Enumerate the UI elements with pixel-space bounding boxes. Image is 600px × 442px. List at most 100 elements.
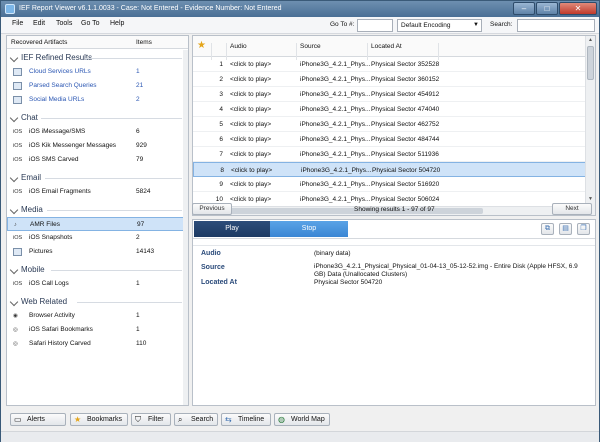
artifact-browser-activity[interactable]: ◉ Browser Activity 1 xyxy=(7,309,188,323)
results-grid: ★ Audio Source Located At 1 <click to pla… xyxy=(192,35,596,216)
artifact-parsed-search-queries[interactable]: Parsed Search Queries 21 xyxy=(7,79,188,93)
world-map-button[interactable]: ◍ World Map xyxy=(274,413,330,426)
grid-vertical-scrollbar[interactable]: ▲ ▼ xyxy=(585,36,595,215)
cell-audio[interactable]: <click to play> xyxy=(230,102,271,117)
search-button[interactable]: ⌕ Search xyxy=(174,413,218,426)
goto-input[interactable] xyxy=(357,19,393,32)
alerts-button[interactable]: ▭ Alerts xyxy=(10,413,66,426)
artifact-ios-sms-carved[interactable]: iOS iOS SMS Carved 79 xyxy=(7,153,188,167)
table-row[interactable]: 8 <click to play> iPhone3G_4.2.1_Phys... Ph… xyxy=(193,162,586,177)
artifact-ios-safari-bookmarks[interactable]: ◎ iOS Safari Bookmarks 1 xyxy=(7,323,188,337)
pager: Previous Showing results 1 - 97 of 97 Ne… xyxy=(192,203,596,217)
previous-button[interactable]: Previous xyxy=(192,203,232,215)
results-count: Showing results 1 - 97 of 97 xyxy=(354,206,435,213)
maximize-button[interactable]: □ xyxy=(536,2,558,15)
ios-icon: iOS xyxy=(13,129,23,135)
table-row[interactable]: 1 <click to play> iPhone3G_4.2.1_Phys... Ph… xyxy=(193,57,586,72)
cell-audio[interactable]: <click to play> xyxy=(230,57,271,72)
collapse-icon xyxy=(9,265,19,275)
menu-tools[interactable]: Tools xyxy=(56,20,72,27)
play-button[interactable]: Play xyxy=(194,221,270,237)
cell-audio[interactable]: <click to play> xyxy=(230,147,271,162)
artifact-ios-call-logs[interactable]: iOS iOS Call Logs 1 xyxy=(7,277,188,291)
col-items[interactable]: Items xyxy=(136,39,152,46)
cell-audio[interactable]: <click to play> xyxy=(230,132,271,147)
scroll-down-icon[interactable]: ▼ xyxy=(588,196,593,202)
group-media[interactable]: Media xyxy=(7,202,188,217)
artifact-amr-files[interactable]: ♪ AMR Files 97 xyxy=(7,217,188,231)
cell-source: iPhone3G_4.2.1_Phys... xyxy=(300,61,371,68)
timeline-button[interactable]: ⇆ Timeline xyxy=(221,413,271,426)
col-recovered-artifacts[interactable]: Recovered Artifacts xyxy=(11,39,67,46)
table-row[interactable]: 3 <click to play> iPhone3G_4.2.1_Phys... Ph… xyxy=(193,87,586,102)
window-title: IEF Report Viewer v6.1.1.0033 - Case: No… xyxy=(19,5,282,12)
table-row[interactable]: 9 <click to play> iPhone3G_4.2.1_Phys... Ph… xyxy=(193,177,586,192)
row-number: 7 xyxy=(219,151,223,158)
table-row[interactable]: 7 <click to play> iPhone3G_4.2.1_Phys... Ph… xyxy=(193,147,586,162)
cell-audio[interactable]: <click to play> xyxy=(230,87,271,102)
window-icon[interactable]: ❐ xyxy=(577,223,590,235)
group-divider xyxy=(85,58,182,59)
table-row[interactable]: 6 <click to play> iPhone3G_4.2.1_Phys... Ph… xyxy=(193,132,586,147)
group-ief-refined-results[interactable]: IEF Refined Results xyxy=(7,50,188,65)
cell-source: iPhone3G_4.2.1_Phys... xyxy=(300,121,371,128)
export-icon[interactable]: ⧉ xyxy=(541,223,554,235)
cell-audio[interactable]: <click to play> xyxy=(230,177,271,192)
bookmark-star-icon[interactable]: ★ xyxy=(197,40,206,51)
cell-source: iPhone3G_4.2.1_Phys... xyxy=(300,106,371,113)
table-row[interactable]: 2 <click to play> iPhone3G_4.2.1_Phys... Ph… xyxy=(193,72,586,87)
menu-edit[interactable]: Edit xyxy=(33,20,45,27)
grid-rows: 1 <click to play> iPhone3G_4.2.1_Phys... Ph… xyxy=(193,57,586,207)
artifact-tree: IEF Refined Results Cloud Services URLs … xyxy=(7,50,188,405)
scroll-up-icon[interactable]: ▲ xyxy=(588,37,593,43)
cell-audio[interactable]: <click to play> xyxy=(231,163,272,178)
artifact-cloud-services-urls[interactable]: Cloud Services URLs 1 xyxy=(7,65,188,79)
close-button[interactable]: ✕ xyxy=(559,2,597,15)
table-row[interactable]: 5 <click to play> iPhone3G_4.2.1_Phys... Ph… xyxy=(193,117,586,132)
next-button[interactable]: Next xyxy=(552,203,592,215)
filter-button[interactable]: ⛉ Filter xyxy=(131,413,171,426)
collapse-icon xyxy=(9,53,19,63)
refined-results-icon xyxy=(13,68,22,76)
artifact-pictures[interactable]: Pictures 14143 xyxy=(7,245,188,259)
artifact-safari-history-carved[interactable]: ◎ Safari History Carved 110 xyxy=(7,337,188,351)
collapse-icon xyxy=(9,205,19,215)
group-mobile[interactable]: Mobile xyxy=(7,262,188,277)
media-controls: Play Stop xyxy=(194,221,348,237)
app-icon xyxy=(5,4,15,14)
artifact-ios-snapshots[interactable]: iOS iOS Snapshots 2 xyxy=(7,231,188,245)
stop-button[interactable]: Stop xyxy=(270,221,348,237)
group-chat[interactable]: Chat xyxy=(7,110,188,125)
minimize-button[interactable]: – xyxy=(513,2,535,15)
document-icon[interactable]: ▤ xyxy=(559,223,572,235)
artifact-ios-kik-messenger[interactable]: iOS iOS Kik Messenger Messages 929 xyxy=(7,139,188,153)
timeline-icon: ⇆ xyxy=(225,415,232,424)
scroll-thumb[interactable] xyxy=(587,46,594,80)
col-source[interactable]: Source xyxy=(300,43,321,50)
search-label: Search: xyxy=(490,21,513,28)
artifact-ios-email-fragments[interactable]: iOS iOS Email Fragments 5824 xyxy=(7,185,188,199)
cell-audio[interactable]: <click to play> xyxy=(230,117,271,132)
col-located-at[interactable]: Located At xyxy=(371,43,402,50)
encoding-select[interactable]: Default Encoding ▼ xyxy=(397,19,482,32)
artifact-social-media-urls[interactable]: Social Media URLs 2 xyxy=(7,93,188,107)
ios-icon: iOS xyxy=(13,189,23,195)
artifact-ios-imessage-sms[interactable]: iOS iOS iMessage/SMS 6 xyxy=(7,125,188,139)
table-row[interactable]: 4 <click to play> iPhone3G_4.2.1_Phys... Ph… xyxy=(193,102,586,117)
group-divider xyxy=(41,118,182,119)
artifacts-panel: Recovered Artifacts Items IEF Refined Re… xyxy=(6,35,189,406)
cell-located-at: Physical Sector 511936 xyxy=(371,151,439,158)
artifacts-scrollbar[interactable] xyxy=(183,50,188,405)
cell-audio[interactable]: <click to play> xyxy=(230,72,271,87)
search-input[interactable] xyxy=(517,19,595,32)
group-email[interactable]: Email xyxy=(7,170,188,185)
menu-help[interactable]: Help xyxy=(110,20,124,27)
col-audio[interactable]: Audio xyxy=(230,43,247,50)
menu-file[interactable]: File xyxy=(12,20,23,27)
menu-goto[interactable]: Go To xyxy=(81,20,100,27)
filter-icon: ⛉ xyxy=(135,415,141,424)
bookmarks-button[interactable]: ★ Bookmarks xyxy=(70,413,128,426)
detail-panel: Play Stop ⧉ ▤ ❐ Audio (binary data) Sour… xyxy=(192,219,596,406)
group-web-related[interactable]: Web Related xyxy=(7,294,188,309)
cell-source: iPhone3G_4.2.1_Phys... xyxy=(300,91,371,98)
